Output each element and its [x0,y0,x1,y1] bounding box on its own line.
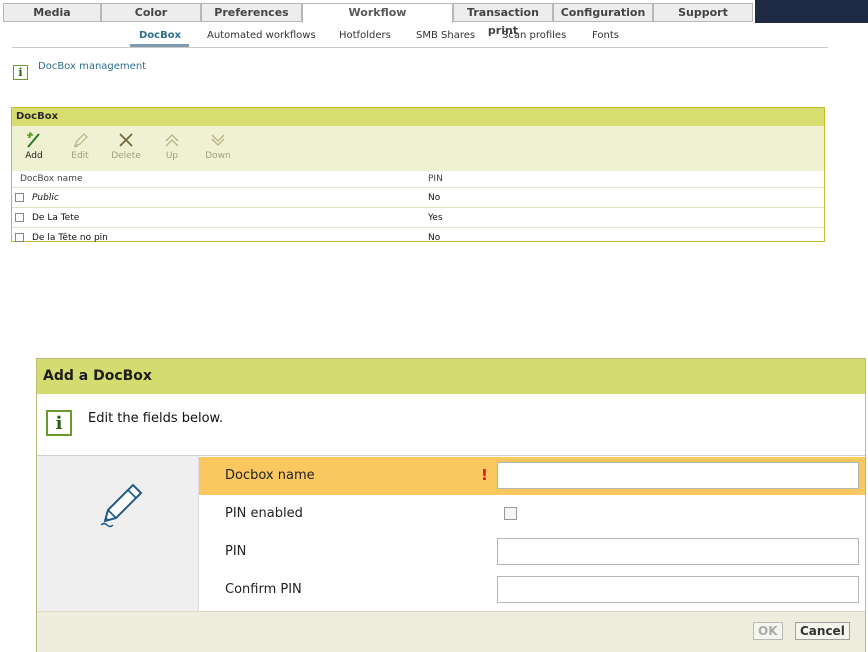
docbox-name-label: Docbox name [225,468,315,483]
docbox-name-row: Docbox name ! [199,457,865,495]
sub-nav-divider [12,47,828,48]
row-checkbox[interactable] [15,193,24,202]
tab-preferences[interactable]: Preferences [201,3,302,22]
up-label: Up [165,151,179,161]
tab-color[interactable]: Color [101,3,201,22]
down-button[interactable]: Down [198,130,238,161]
pencil-icon [60,130,100,150]
docbox-toolbar: Add Edit Delete Up Down [12,126,824,171]
panel-title: DocBox [12,108,824,126]
subtab-smb-shares[interactable]: SMB Shares [416,30,475,41]
info-icon: i [46,410,72,436]
row-checkbox[interactable] [15,233,24,242]
docbox-management-link[interactable]: DocBox management [38,61,146,72]
add-button[interactable]: Add [14,130,54,161]
confirm-pin-input[interactable] [497,576,859,603]
pin-cell: Yes [428,213,443,223]
subtab-automated-workflows[interactable]: Automated workflows [207,30,316,41]
subtab-fonts[interactable]: Fonts [592,30,619,41]
info-icon: i [13,65,28,80]
dialog-title: Add a DocBox [37,359,865,394]
pin-row: PIN [199,533,865,571]
ok-button[interactable]: OK [753,622,783,640]
pin-cell: No [428,233,441,243]
chevron-down-icon [198,130,238,150]
pin-enabled-label: PIN enabled [225,506,303,521]
docbox-panel: DocBox Add Edit Delete Up Down DocBox na… [11,107,825,243]
up-button[interactable]: Up [152,130,192,161]
subtab-docbox[interactable]: DocBox [139,30,181,41]
table-header: DocBox name PIN [12,171,824,188]
sub-nav-bar: DocBox Automated workflows Hotfolders SM… [0,26,868,48]
chevron-up-icon [152,130,192,150]
required-indicator: ! [481,466,488,484]
column-header-pin[interactable]: PIN [428,174,443,184]
tab-support[interactable]: Support [653,3,753,22]
pencil-icon [100,483,143,528]
tab-media[interactable]: Media [3,3,101,22]
table-row[interactable]: De la Tête no pin No [12,228,824,248]
pin-enabled-checkbox[interactable] [504,507,517,520]
docbox-name-cell: De la Tête no pin [32,233,108,243]
delete-x-icon [106,130,146,150]
tab-workflow[interactable]: Workflow [302,3,453,23]
confirm-pin-row: Confirm PIN [199,571,865,609]
column-header-name[interactable]: DocBox name [20,174,83,184]
add-label: Add [25,151,43,161]
delete-button[interactable]: Delete [106,130,146,161]
pin-label: PIN [225,544,247,559]
table-row[interactable]: De La Tete Yes [12,208,824,228]
docbox-name-input[interactable] [497,462,859,489]
pin-enabled-row: PIN enabled [199,495,865,533]
top-tab-bar: Media Color Preferences Workflow Transac… [0,0,868,37]
tab-transaction-print[interactable]: Transaction print [453,3,553,37]
tab-configuration[interactable]: Configuration [553,3,653,22]
dialog-footer: OK Cancel [37,611,865,652]
row-checkbox[interactable] [15,213,24,222]
edit-button[interactable]: Edit [60,130,100,161]
subtab-scan-profiles[interactable]: Scan profiles [502,30,566,41]
down-label: Down [205,151,231,161]
add-docbox-dialog: Add a DocBox i Edit the fields below. Do… [36,358,866,652]
pin-input[interactable] [497,538,859,565]
edit-label: Edit [71,151,89,161]
docbox-name-cell: De La Tete [32,213,80,223]
pin-cell: No [428,193,441,203]
delete-label: Delete [111,151,141,161]
add-icon [14,130,54,150]
confirm-pin-label: Confirm PIN [225,582,302,597]
header-dark-block [755,0,868,23]
table-row[interactable]: Public No [12,188,824,208]
dialog-info-text: Edit the fields below. [88,411,224,426]
subtab-hotfolders[interactable]: Hotfolders [339,30,391,41]
docbox-name-cell: Public [32,193,59,203]
cancel-button[interactable]: Cancel [795,622,850,640]
